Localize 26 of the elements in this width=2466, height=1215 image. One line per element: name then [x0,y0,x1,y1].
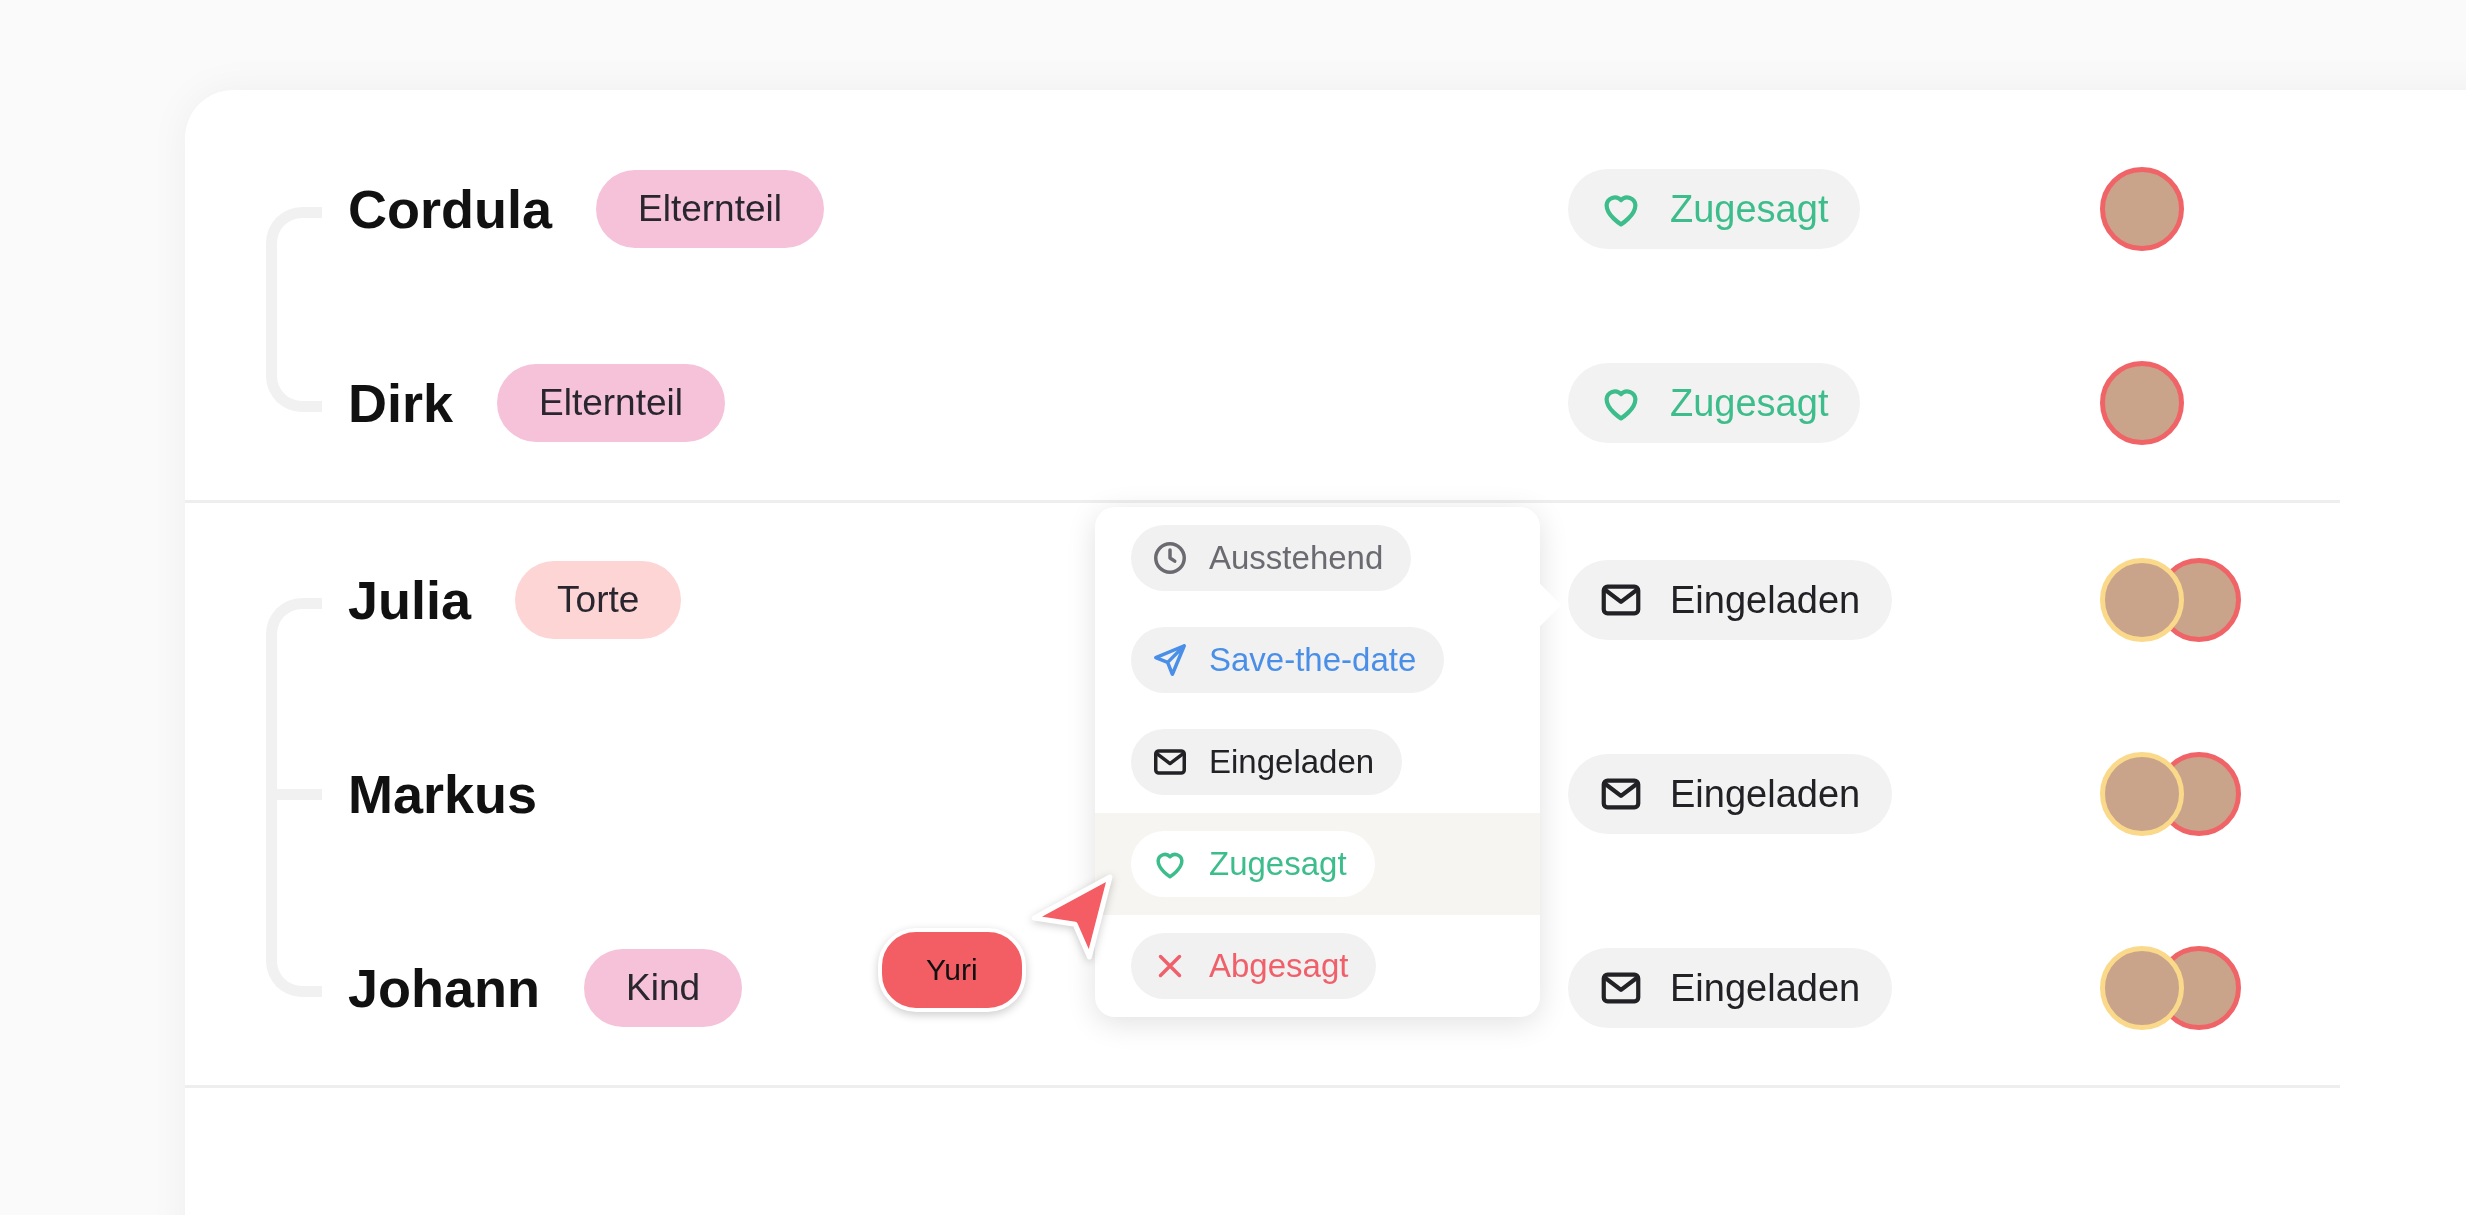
menu-item[interactable]: Eingeladen [1095,711,1540,813]
status-button[interactable]: Zugesagt [1568,363,1861,443]
status-option[interactable]: Eingeladen [1131,729,1403,795]
status-button[interactable]: Zugesagt [1568,169,1861,249]
status-option[interactable]: Save-the-date [1131,627,1445,693]
person-name: Julia [348,569,472,631]
clock-icon [1151,539,1189,577]
menu-item[interactable]: Save-the-date [1095,609,1540,711]
person-name: Johann [348,957,540,1019]
role-tag: Kind [584,949,743,1027]
menu-item[interactable]: Abgesagt [1095,915,1540,1017]
status-option[interactable]: Ausstehend [1131,525,1412,591]
status-option[interactable]: Zugesagt [1131,831,1375,897]
menu-item[interactable]: Ausstehend [1095,507,1540,609]
person-name: Cordula [348,178,552,240]
role-tag: Elternteil [596,170,824,248]
paper-plane-icon [1151,641,1189,679]
status-button[interactable]: Eingeladen [1568,948,1893,1028]
status-button[interactable]: Eingeladen [1568,560,1893,640]
role-tag: Elternteil [497,364,725,442]
status-option[interactable]: Abgesagt [1131,933,1377,999]
person-name: Markus [348,763,538,825]
role-tag: Torte [515,561,682,639]
status-button[interactable]: Eingeladen [1568,754,1893,834]
person-name: Dirk [348,372,454,434]
menu-item[interactable]: Zugesagt [1095,813,1540,915]
